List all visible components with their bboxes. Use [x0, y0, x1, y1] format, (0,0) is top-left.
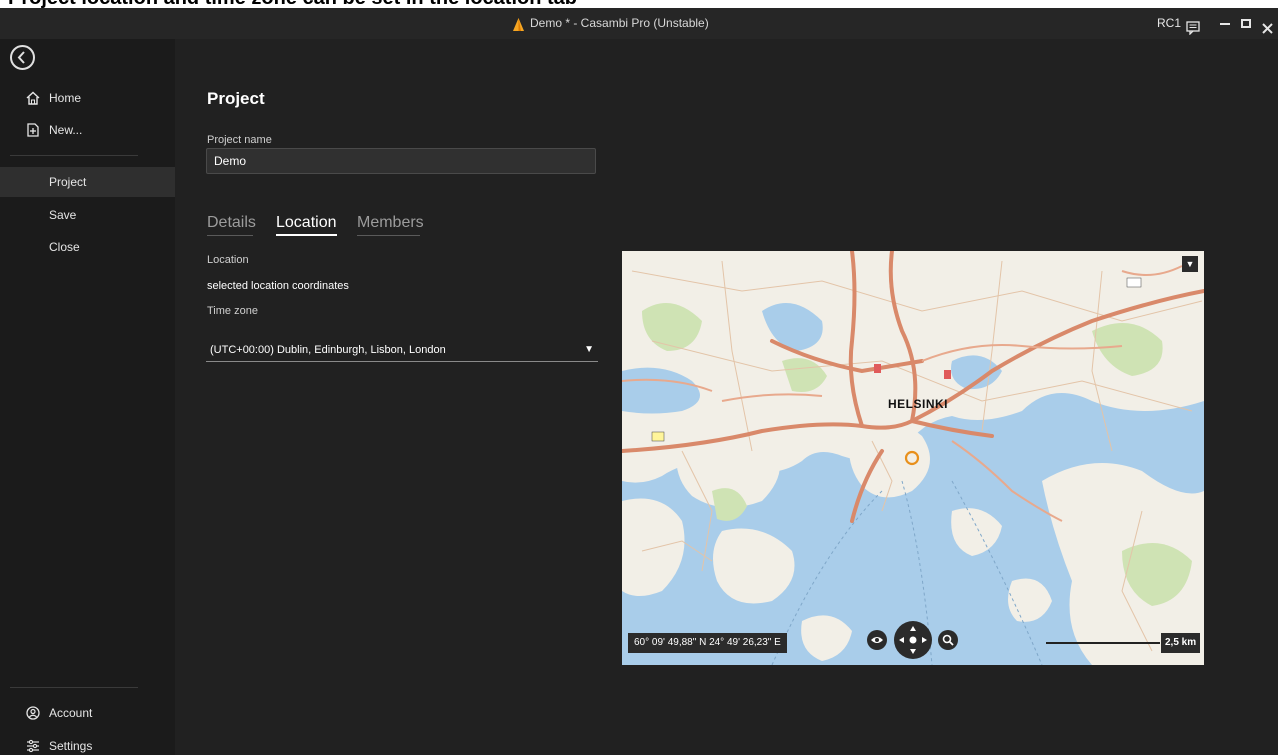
project-name-label: Project name — [207, 134, 272, 146]
sidebar-item-label: New... — [49, 123, 83, 137]
sidebar-item-home[interactable]: Home — [0, 83, 175, 113]
timezone-label: Time zone — [207, 305, 258, 317]
location-label: Location — [207, 254, 249, 266]
sidebar-item-label: Project — [49, 175, 87, 189]
magnifier-icon — [942, 634, 954, 646]
chevron-left-icon — [17, 51, 25, 64]
tab-underline — [357, 235, 420, 236]
sidebar-item-new[interactable]: New... — [0, 115, 175, 145]
sidebar-item-label: Settings — [49, 739, 93, 753]
tab-members[interactable]: Members — [357, 214, 424, 232]
back-button[interactable] — [10, 45, 35, 70]
home-icon — [26, 91, 40, 105]
instruction-banner: Project location and time zone can be se… — [0, 0, 1278, 8]
location-value: selected location coordinates — [207, 280, 349, 292]
main-panel: Project Project name Demo Details Locati… — [175, 39, 1278, 755]
page-title: Project — [207, 89, 265, 108]
chevron-down-icon: ▼ — [584, 344, 594, 355]
map-scale-bar — [1046, 642, 1160, 644]
close-icon[interactable] — [1262, 16, 1273, 34]
tab-underline — [207, 235, 253, 236]
sidebar-item-label: Close — [49, 240, 80, 254]
timezone-select-value: (UTC+00:00) Dublin, Edinburgh, Lisbon, L… — [210, 344, 446, 356]
project-name-field[interactable]: Demo — [206, 148, 596, 174]
sidebar-divider — [10, 155, 138, 156]
sidebar-item-label: Save — [49, 208, 77, 222]
sidebar-item-label: Account — [49, 706, 93, 720]
feedback-icon[interactable] — [1186, 16, 1200, 36]
settings-icon — [27, 739, 39, 753]
window-title: Demo * - Casambi Pro (Unstable) — [530, 16, 709, 30]
sidebar-item-project[interactable]: Project — [0, 167, 175, 197]
sidebar-item-settings[interactable]: Settings — [0, 731, 175, 755]
user-badge[interactable]: RC1 — [1157, 8, 1181, 39]
map-view-button[interactable] — [867, 630, 887, 650]
pan-arrows-icon — [899, 626, 927, 654]
tab-location[interactable]: Location — [276, 214, 337, 236]
sidebar-item-label: Home — [49, 91, 82, 105]
account-icon — [26, 706, 40, 720]
map-layers-dropdown[interactable]: ▼ — [1182, 256, 1198, 272]
instruction-text: Project location and time zone can be se… — [8, 0, 577, 8]
sidebar-item-close[interactable]: Close — [0, 232, 175, 262]
new-file-icon — [27, 123, 39, 137]
sidebar: Home New... Project Save Close Account S… — [0, 39, 175, 755]
title-bar: Demo * - Casambi Pro (Unstable) RC1 — [0, 8, 1278, 39]
app-logo-icon — [513, 18, 524, 31]
map-city-label: HELSINKI — [888, 397, 949, 411]
sidebar-item-save[interactable]: Save — [0, 200, 175, 230]
minimize-icon[interactable] — [1220, 23, 1230, 25]
map-canvas — [622, 251, 1204, 665]
map-zoom-button[interactable] — [938, 630, 958, 650]
tab-details[interactable]: Details — [207, 214, 256, 232]
sidebar-item-account[interactable]: Account — [0, 698, 175, 728]
timezone-select[interactable]: (UTC+00:00) Dublin, Edinburgh, Lisbon, L… — [206, 340, 598, 362]
map-scale-label: 2,5 km — [1161, 633, 1201, 653]
map-pan-control[interactable] — [894, 621, 932, 659]
eye-icon — [871, 637, 883, 643]
map-coordinates: 60° 09' 49,88" N 24° 49' 26,23" E — [628, 633, 787, 653]
sidebar-divider — [10, 687, 138, 688]
location-map[interactable]: HELSINKI ▼ 60° 09' 49,88" N 24° 49' 26,2… — [622, 251, 1204, 665]
maximize-icon[interactable] — [1241, 19, 1251, 28]
